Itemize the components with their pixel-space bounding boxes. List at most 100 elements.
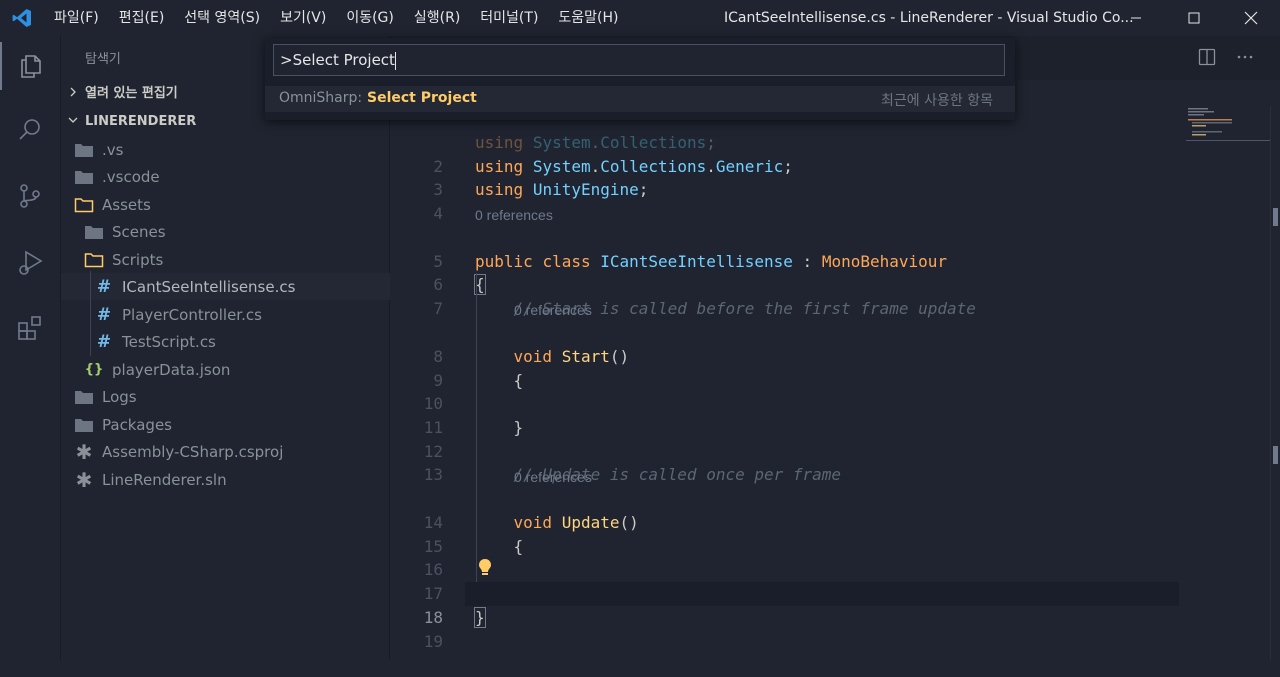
folder-icon xyxy=(74,167,94,187)
csharp-icon: # xyxy=(96,276,112,297)
command-palette-item[interactable]: OmniSharp: Select Project 최근에 사용한 항목 xyxy=(265,86,1015,112)
menu-help[interactable]: 도움말(H) xyxy=(548,0,628,36)
menu-file[interactable]: 파일(F) xyxy=(44,0,109,36)
vertical-scrollbar[interactable] xyxy=(1270,106,1280,660)
folder-icon xyxy=(74,415,94,435)
title-bar: 파일(F) 편집(E) 선택 영역(S) 보기(V) 이동(G) 실행(R) 터… xyxy=(0,0,1280,36)
code-line[interactable]: 10 xyxy=(390,368,1190,413)
tree-item-assets[interactable]: Assets xyxy=(61,191,402,218)
tree-item-label: .vs xyxy=(102,140,124,159)
explorer-title: 탐색기 xyxy=(85,52,121,67)
code-line[interactable]: 16 xyxy=(390,534,1190,579)
tree-item-label: playerData.json xyxy=(112,360,231,379)
tree-item-playerdata[interactable]: {} playerData.json xyxy=(61,356,412,383)
tree-item-label: ICantSeeIntellisense.cs xyxy=(122,277,296,296)
code-line[interactable]: 12 xyxy=(390,416,1190,461)
menu-view[interactable]: 보기(V) xyxy=(270,0,336,36)
lightbulb-icon[interactable] xyxy=(478,558,492,582)
csharp-icon: # xyxy=(96,331,112,352)
json-icon: {} xyxy=(84,362,104,377)
tree-item-label: LineRenderer.sln xyxy=(102,470,227,489)
tree-item-csproj[interactable]: ✱ Assembly-CSharp.csproj xyxy=(61,438,402,465)
chevron-right-icon xyxy=(61,83,85,105)
close-button[interactable] xyxy=(1222,0,1280,36)
tree-item-label: Scripts xyxy=(112,250,164,269)
folder-icon xyxy=(84,222,104,242)
tree-item-icantseeintellisense[interactable]: # ICantSeeIntellisense.cs xyxy=(61,273,422,300)
line-number: 7 xyxy=(433,298,443,318)
codelens-references[interactable]: 0 references xyxy=(514,302,592,318)
menu-bar: 파일(F) 편집(E) 선택 영역(S) 보기(V) 이동(G) 실행(R) 터… xyxy=(44,0,629,36)
tree-item-label: Assets xyxy=(102,195,151,214)
tree-item-label: Scenes xyxy=(112,222,166,241)
project-label: LINERENDERER xyxy=(85,114,197,129)
tree-item-vs[interactable]: .vs xyxy=(61,136,402,163)
tree-item-label: Packages xyxy=(102,415,172,434)
scroll-marker xyxy=(1273,446,1278,464)
tree-item-testscript[interactable]: # TestScript.cs xyxy=(61,328,422,355)
tree-item-label: TestScript.cs xyxy=(122,332,216,351)
codelens-references[interactable]: 0 references xyxy=(475,207,553,223)
split-editor-icon[interactable] xyxy=(1198,48,1216,70)
tree-item-scripts[interactable]: Scripts xyxy=(61,246,412,273)
line-number: 19 xyxy=(423,631,443,651)
tree-item-vscode[interactable]: .vscode xyxy=(61,163,402,190)
code-line[interactable]: 15 { xyxy=(390,511,1190,556)
code-line[interactable]: 7 // Start is called before the first fr… xyxy=(390,273,1190,318)
tree-item-label: Logs xyxy=(102,387,137,406)
csharp-icon: # xyxy=(96,304,112,325)
open-editors-label: 열려 있는 편집기 xyxy=(85,86,178,101)
code-line[interactable]: 8 void Start() xyxy=(390,321,1190,366)
extensions-icon[interactable] xyxy=(0,304,60,352)
command-prefix: OmniSharp: xyxy=(279,90,363,106)
folder-open-icon xyxy=(84,250,104,270)
tree-item-logs[interactable]: Logs xyxy=(61,383,402,410)
more-actions-icon[interactable] xyxy=(1236,48,1254,70)
tree-item-label: PlayerController.cs xyxy=(122,305,262,324)
line-number: 4 xyxy=(433,203,443,223)
code-line[interactable]: 2 using System.Collections.Generic; xyxy=(390,131,1190,176)
command-label: Select Project xyxy=(367,90,477,106)
folder-icon xyxy=(74,140,94,160)
tree-item-packages[interactable]: Packages xyxy=(61,411,402,438)
menu-go[interactable]: 이동(G) xyxy=(336,0,404,36)
code-line[interactable]: 18} xyxy=(390,582,1190,628)
codelens-references[interactable]: 0 references xyxy=(514,469,592,485)
source-control-icon[interactable] xyxy=(0,172,60,220)
tree-indent-guide xyxy=(90,271,91,356)
code-line[interactable]: 19 xyxy=(390,606,1190,651)
command-palette-input[interactable]: >Select Project xyxy=(273,44,1005,76)
search-icon[interactable] xyxy=(0,106,60,154)
asterisk-icon: ✱ xyxy=(75,467,93,492)
menu-selection[interactable]: 선택 영역(S) xyxy=(174,0,270,36)
menu-terminal[interactable]: 터미널(T) xyxy=(470,0,548,36)
folder-icon xyxy=(74,387,94,407)
explorer-icon[interactable] xyxy=(0,42,60,90)
chevron-down-icon xyxy=(61,111,85,133)
minimize-button[interactable] xyxy=(1107,0,1165,36)
code-line[interactable]: 4 xyxy=(390,178,1190,223)
vscode-logo-icon xyxy=(0,0,44,36)
code-line[interactable]: 17 } xyxy=(390,558,1190,603)
code-line[interactable]: 3 using UnityEngine; xyxy=(390,154,1190,199)
code-line[interactable]: 14 void Update() xyxy=(390,487,1190,532)
minimap[interactable] xyxy=(1186,106,1270,146)
line-number: 13 xyxy=(423,464,443,484)
menu-run[interactable]: 실행(R) xyxy=(404,0,470,36)
indent-guide xyxy=(476,273,477,582)
run-debug-icon[interactable] xyxy=(0,238,60,286)
editor-area: using System.Collections; 2 using System.… xyxy=(390,36,1280,660)
code-line[interactable]: 5 public class ICantSeeIntellisense : Mon… xyxy=(390,226,1190,271)
code-line[interactable]: 13 // Update is called once per frame xyxy=(390,439,1190,484)
maximize-button[interactable] xyxy=(1165,0,1223,36)
tree-item-scenes[interactable]: Scenes xyxy=(61,218,412,245)
tree-item-sln[interactable]: ✱ LineRenderer.sln xyxy=(61,466,402,493)
tree-item-playercontroller[interactable]: # PlayerController.cs xyxy=(61,301,422,328)
window-title: ICantSeeIntellisense.cs - LineRenderer -… xyxy=(724,10,1134,26)
code-line[interactable]: 6{ xyxy=(390,249,1190,295)
code-line[interactable]: 11 } xyxy=(390,392,1190,437)
command-hint: 최근에 사용한 항목 xyxy=(881,93,993,109)
code-line[interactable]: 9 { xyxy=(390,345,1190,390)
menu-edit[interactable]: 편집(E) xyxy=(109,0,175,36)
asterisk-icon: ✱ xyxy=(75,439,93,464)
